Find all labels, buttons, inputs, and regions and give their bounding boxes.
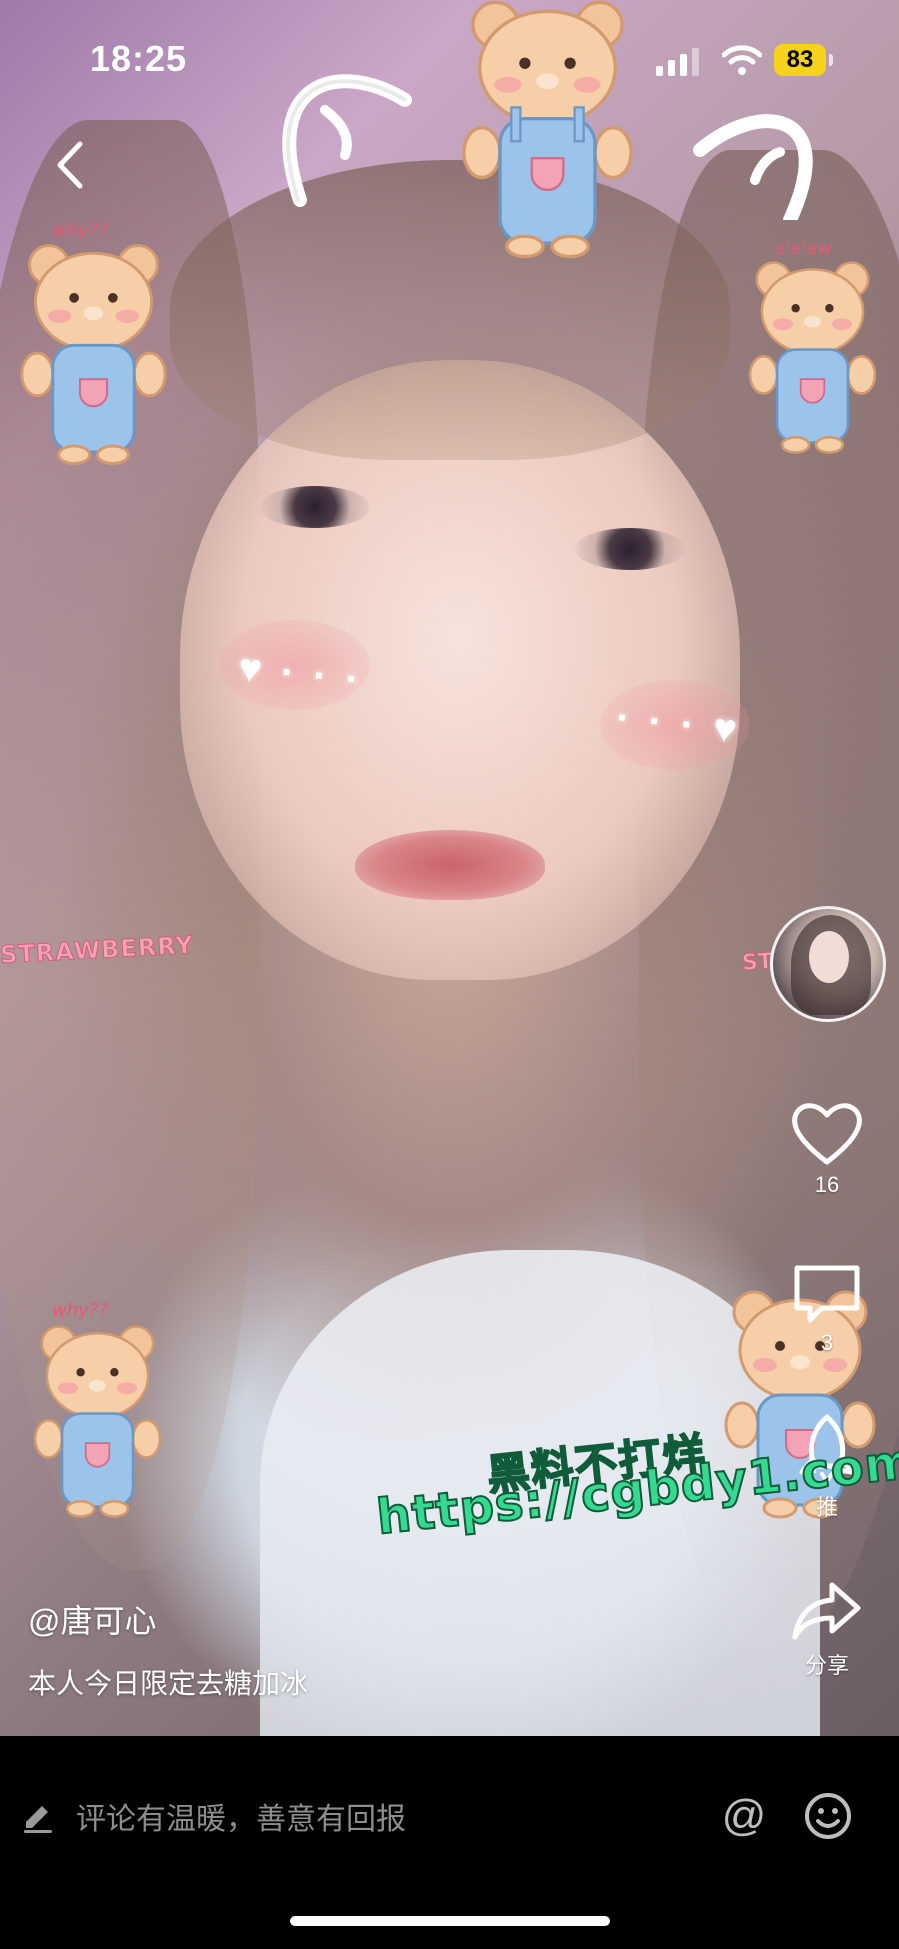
bear-sticker-right-label: s'e'aw bbox=[776, 238, 833, 259]
bear-sticker-left bbox=[20, 244, 167, 465]
like-count: 16 bbox=[814, 1172, 840, 1197]
author-name[interactable]: @唐可心 bbox=[28, 1596, 157, 1642]
battery-indicator: 83 bbox=[774, 44, 834, 76]
back-button[interactable] bbox=[40, 130, 100, 200]
video-screen: ♥ · · · · · · ♥ why?? s'e'aw why?? STRAW… bbox=[0, 0, 899, 1949]
comment-input[interactable]: 评论有温暖，善意有回报 bbox=[20, 1786, 700, 1846]
status-bar: 18:25 83 bbox=[0, 0, 899, 120]
background-eye-right bbox=[575, 528, 685, 570]
bear-sticker-bottom-left bbox=[33, 1325, 162, 1518]
share-button[interactable]: 分享 bbox=[772, 1580, 882, 1680]
mention-button[interactable]: @ bbox=[716, 1786, 772, 1846]
status-time: 18:25 bbox=[90, 38, 188, 79]
pencil-icon bbox=[24, 1806, 52, 1833]
battery-level: 83 bbox=[774, 44, 826, 76]
comment-count: 3 bbox=[820, 1330, 834, 1355]
comment-bar: 评论有温暖，善意有回报 @ bbox=[0, 1736, 899, 1949]
comment-bubble-icon bbox=[794, 1265, 860, 1323]
bear-sticker-bottom-label: why?? bbox=[52, 1300, 108, 1321]
chevron-left-icon bbox=[57, 141, 83, 189]
background-eye-left bbox=[260, 486, 370, 528]
avatar-face bbox=[809, 931, 849, 983]
home-indicator[interactable] bbox=[290, 1916, 610, 1926]
post-caption: 本人今日限定去糖加冰 bbox=[28, 1668, 309, 1699]
wifi-icon bbox=[722, 45, 762, 75]
share-arrow-icon bbox=[792, 1582, 861, 1640]
background-lips bbox=[355, 830, 545, 900]
cellular-signal-icon bbox=[656, 48, 699, 76]
author-avatar[interactable] bbox=[770, 906, 886, 1022]
like-button[interactable]: 16 bbox=[772, 1100, 882, 1198]
battery-nub bbox=[829, 54, 833, 66]
comment-placeholder: 评论有温暖，善意有回报 bbox=[76, 1803, 406, 1836]
smiley-icon bbox=[805, 1793, 851, 1839]
bear-sticker-right bbox=[748, 261, 877, 454]
share-label: 分享 bbox=[804, 1653, 849, 1678]
heart-icon bbox=[792, 1103, 862, 1165]
emoji-button[interactable] bbox=[798, 1786, 858, 1846]
strawberry-sticker-text-right: ST bbox=[741, 948, 775, 977]
bear-sticker-left-label: why?? bbox=[52, 220, 108, 241]
comment-button[interactable]: 3 bbox=[772, 1262, 882, 1356]
